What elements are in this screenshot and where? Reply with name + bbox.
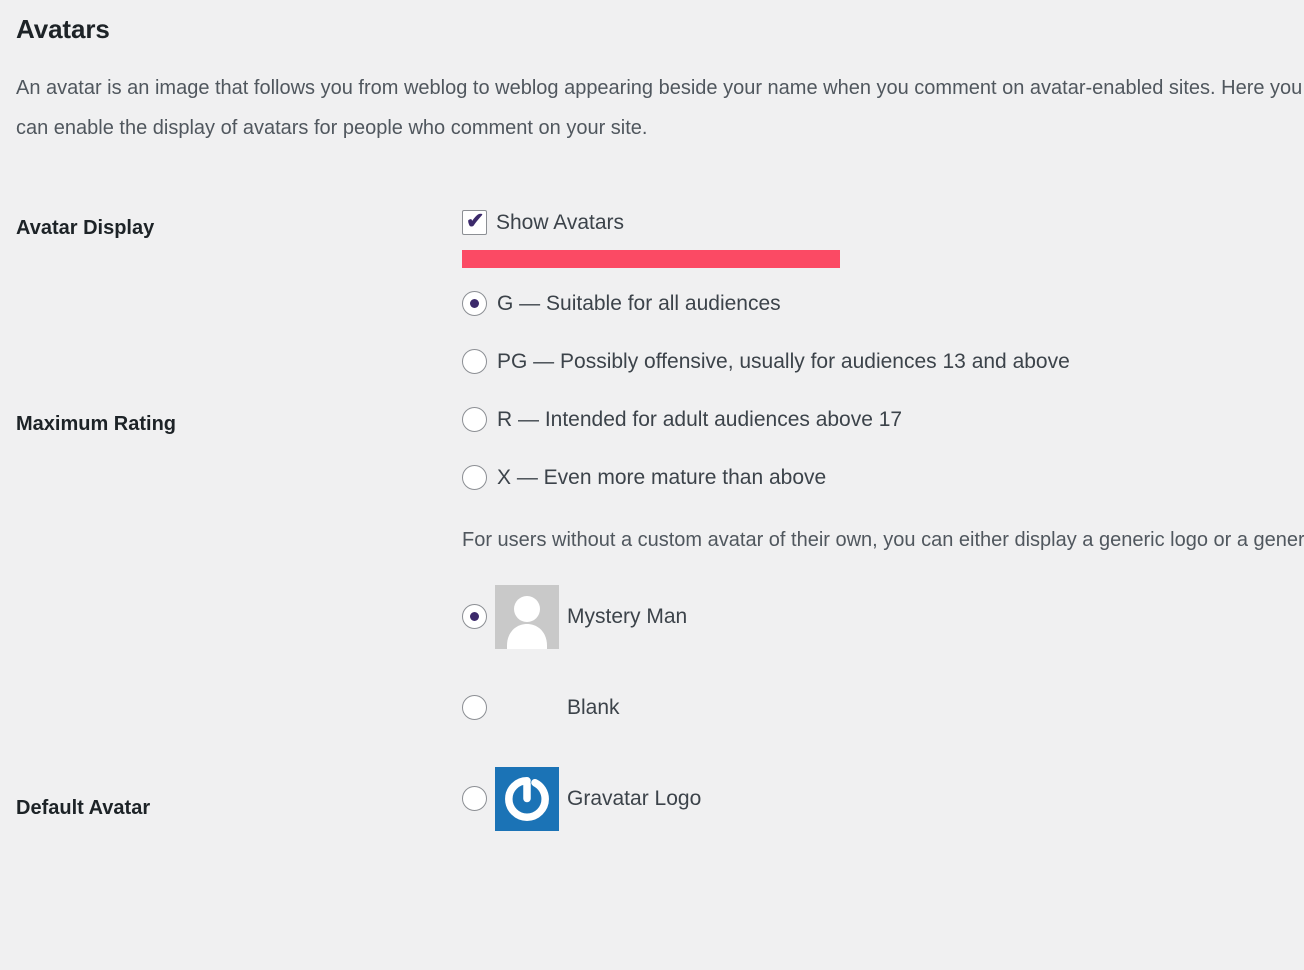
rating-option-pg[interactable]: PG — Possibly offensive, usually for aud… <box>462 332 1304 390</box>
maximum-rating-label: Maximum Rating <box>16 413 177 435</box>
default-avatar-radio-gravatar-logo[interactable] <box>462 786 487 811</box>
show-avatars-checkbox-row[interactable]: ✔ Show Avatars <box>462 190 1304 235</box>
rating-option-r[interactable]: R — Intended for adult audiences above 1… <box>462 390 1304 448</box>
rating-label-pg: PG — Possibly offensive, usually for aud… <box>497 349 1070 373</box>
rating-option-x[interactable]: X — Even more mature than above <box>462 448 1304 506</box>
maximum-rating-radio-group: G — Suitable for all audiences PG — Poss… <box>462 268 1304 506</box>
maximum-rating-field: G — Suitable for all audiences PG — Poss… <box>462 268 1304 506</box>
default-avatar-radio-blank[interactable] <box>462 695 487 720</box>
rating-label-g: G — Suitable for all audiences <box>497 291 781 315</box>
avatar-display-field: ✔ Show Avatars <box>462 190 1304 268</box>
page-title: Avatars <box>16 14 110 44</box>
gravatar-logo-icon <box>495 766 559 831</box>
default-avatar-radio-mystery-man[interactable] <box>462 604 487 629</box>
avatar-display-label: Avatar Display <box>16 217 155 239</box>
mystery-man-avatar-icon <box>495 584 559 649</box>
default-avatar-field: For users without a custom avatar of the… <box>462 506 1304 844</box>
annotation-highlight-bar <box>462 250 840 268</box>
avatar-display-row: Avatar Display ✔ Show Avatars <box>16 190 1304 268</box>
avatars-form-table: Avatar Display ✔ Show Avatars Maximum Ra… <box>16 190 1304 844</box>
rating-radio-pg[interactable] <box>462 348 487 374</box>
show-avatars-checkbox[interactable]: ✔ <box>462 208 487 235</box>
rating-label-r: R — Intended for adult audiences above 1… <box>497 407 903 431</box>
page-description: An avatar is an image that follows you f… <box>16 77 1303 139</box>
show-avatars-label: Show Avatars <box>496 211 625 234</box>
maximum-rating-row: Maximum Rating G — Suitable for all audi… <box>16 268 1304 506</box>
default-avatar-option-blank[interactable]: Blank <box>462 662 1304 753</box>
rating-radio-r[interactable] <box>462 406 487 432</box>
rating-radio-x[interactable] <box>462 464 487 490</box>
default-avatar-label: Default Avatar <box>16 797 151 819</box>
default-avatar-name-gravatar-logo: Gravatar Logo <box>567 787 702 810</box>
default-avatar-name-mystery-man: Mystery Man <box>567 605 688 628</box>
blank-avatar-icon <box>495 676 559 740</box>
default-avatar-option-mystery-man[interactable]: Mystery Man <box>462 571 1304 662</box>
default-avatar-row: Default Avatar For users without a custo… <box>16 506 1304 844</box>
default-avatar-name-blank: Blank <box>567 696 620 719</box>
default-avatar-option-gravatar-logo[interactable]: Gravatar Logo <box>462 753 1304 844</box>
avatars-settings-page: Avatars An avatar is an image that follo… <box>0 0 1304 970</box>
default-avatar-description: For users without a custom avatar of the… <box>462 529 1304 551</box>
checkmark-icon: ✔ <box>466 208 485 233</box>
rating-option-g[interactable]: G — Suitable for all audiences <box>462 274 1304 332</box>
rating-radio-g[interactable] <box>462 290 487 316</box>
rating-label-x: X — Even more mature than above <box>497 465 827 489</box>
default-avatar-radio-group: Mystery Man Blank Gravatar Logo <box>462 559 1304 844</box>
